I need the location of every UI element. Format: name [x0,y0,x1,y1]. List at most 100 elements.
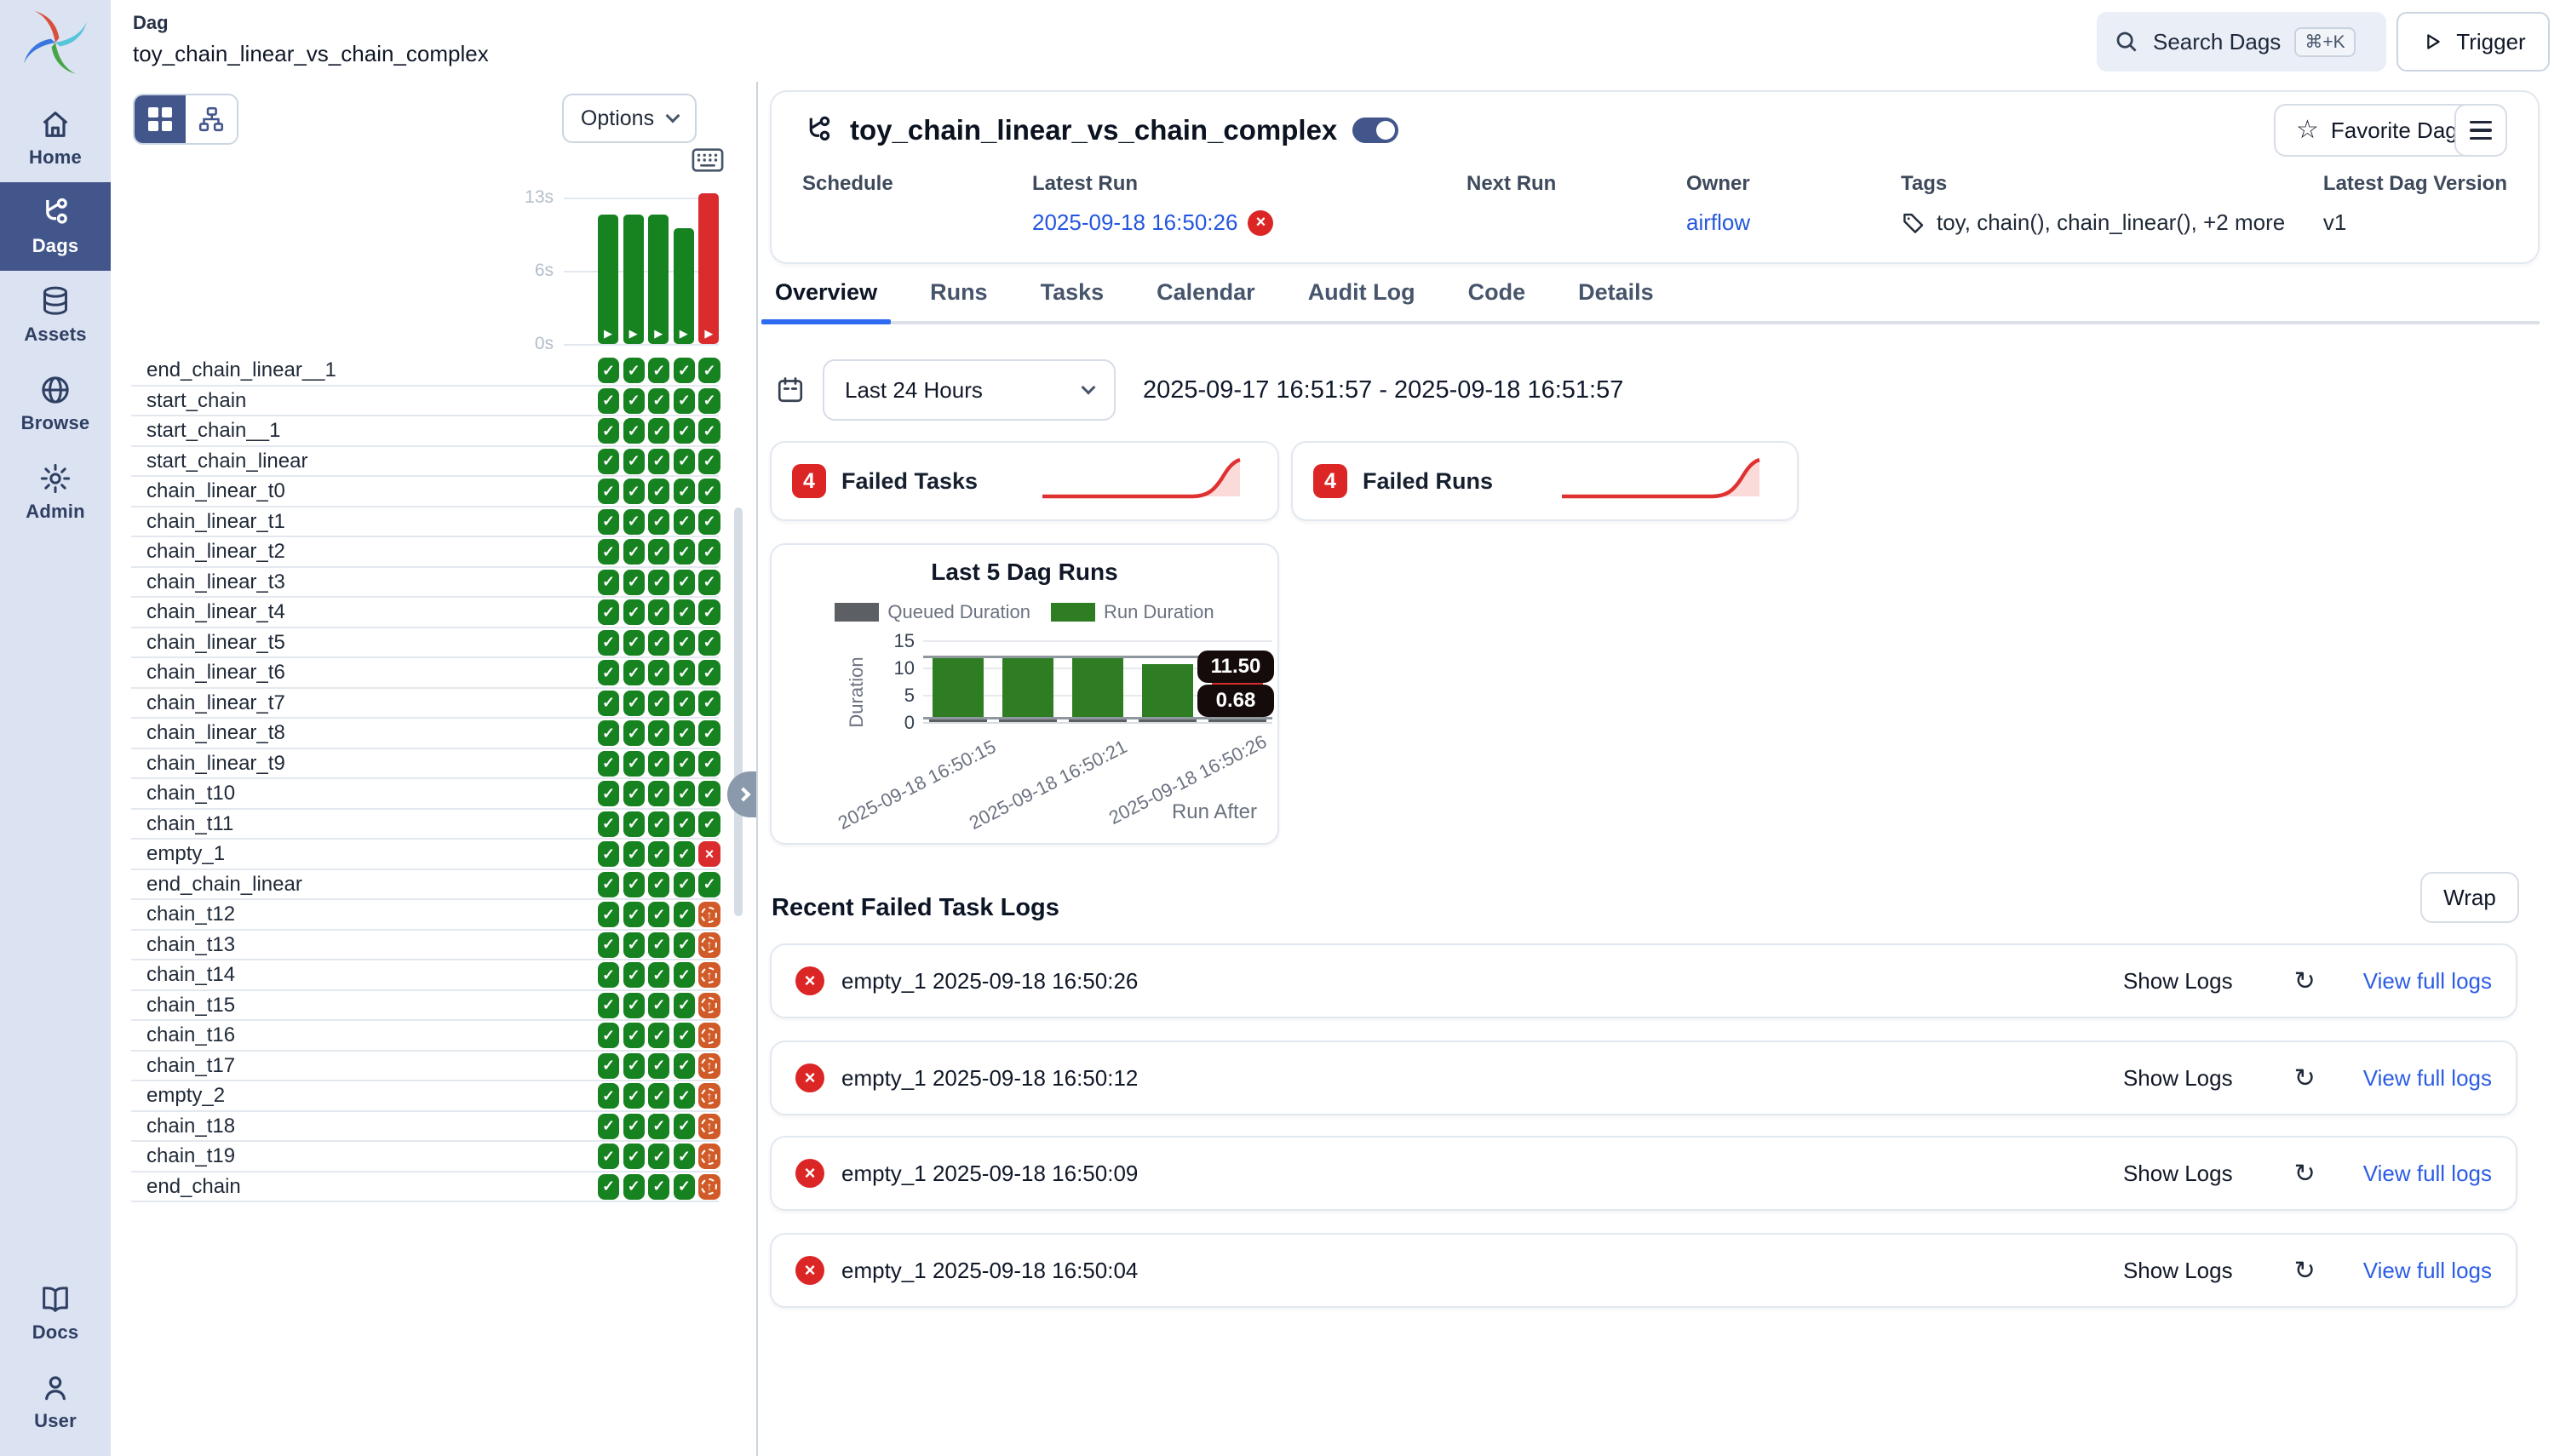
task-instance-success[interactable]: ✓ [623,449,645,474]
task-instance-success[interactable]: ✓ [674,932,695,958]
tags-value[interactable]: toy, chain(), chain_linear(), +2 more [1937,209,2285,236]
task-instance-success[interactable]: ✓ [674,902,695,927]
task-instance-success[interactable]: ✓ [698,449,720,474]
task-instance-success[interactable]: ✓ [623,509,645,535]
task-instance-upstream-failed[interactable]: ↑ [698,1053,720,1079]
task-instance-success[interactable]: ✓ [648,570,669,595]
refresh-icon[interactable]: ↻ [2294,966,2316,996]
task-instance-success[interactable]: ✓ [623,841,645,867]
trigger-button[interactable]: Trigger [2396,12,2550,72]
task-name[interactable]: chain_linear_t7 [146,691,285,715]
task-instance-success[interactable]: ✓ [623,358,645,383]
task-instance-success[interactable]: ✓ [623,1114,645,1139]
task-instance-success[interactable]: ✓ [698,751,720,777]
task-instance-success[interactable]: ✓ [623,1053,645,1079]
task-instance-success[interactable]: ✓ [598,418,619,444]
task-name[interactable]: chain_t18 [146,1115,235,1138]
task-instance-success[interactable]: ✓ [623,1023,645,1048]
refresh-icon[interactable]: ↻ [2294,1256,2316,1286]
task-instance-success[interactable]: ✓ [648,539,669,565]
task-instance-success[interactable]: ✓ [623,570,645,595]
task-instance-success[interactable]: ✓ [698,509,720,535]
favorite-dag-button[interactable]: ☆ Favorite Dag [2274,104,2480,157]
sidebar-item-user[interactable]: User [0,1357,111,1446]
tab-calendar[interactable]: Calendar [1151,279,1260,321]
graph-view-button[interactable] [186,95,237,143]
show-logs-button[interactable]: Show Logs [2123,1161,2233,1187]
task-instance-success[interactable]: ✓ [674,599,695,625]
task-instance-upstream-failed[interactable]: ↑ [698,1083,720,1109]
task-instance-success[interactable]: ✓ [648,872,669,897]
task-instance-success[interactable]: ✓ [698,570,720,595]
task-name[interactable]: chain_linear_t3 [146,570,285,594]
task-instance-upstream-failed[interactable]: ↑ [698,902,720,927]
task-instance-success[interactable]: ✓ [648,932,669,958]
task-instance-success[interactable]: ✓ [623,872,645,897]
chart-bar-success[interactable] [933,656,984,722]
task-instance-success[interactable]: ✓ [674,358,695,383]
task-instance-success[interactable]: ✓ [674,479,695,504]
task-instance-success[interactable]: ✓ [598,599,619,625]
owner-link[interactable]: airflow [1686,209,1750,236]
task-instance-success[interactable]: ✓ [648,691,669,716]
view-full-logs-link[interactable]: View full logs [2363,1065,2492,1092]
task-instance-success[interactable]: ✓ [648,811,669,837]
task-instance-success[interactable]: ✓ [674,751,695,777]
task-instance-success[interactable]: ✓ [598,1083,619,1109]
dag-run-bar[interactable]: ▶ [674,228,694,344]
chart-bar-success[interactable] [1142,664,1193,722]
task-instance-success[interactable]: ✓ [698,872,720,897]
task-instance-success[interactable]: ✓ [598,841,619,867]
task-instance-success[interactable]: ✓ [698,811,720,837]
task-name[interactable]: chain_linear_t1 [146,510,285,534]
task-instance-success[interactable]: ✓ [674,1114,695,1139]
task-name[interactable]: chain_linear_t4 [146,600,285,624]
task-instance-failed[interactable]: × [698,841,720,867]
task-instance-success[interactable]: ✓ [623,388,645,414]
task-instance-success[interactable]: ✓ [598,1114,619,1139]
tab-code[interactable]: Code [1463,279,1531,321]
task-instance-success[interactable]: ✓ [623,932,645,958]
sidebar-item-browse[interactable]: Browse [0,359,111,448]
task-instance-success[interactable]: ✓ [648,993,669,1018]
task-instance-success[interactable]: ✓ [623,691,645,716]
dag-run-bar[interactable]: ▶ [698,193,719,344]
tab-tasks[interactable]: Tasks [1036,279,1110,321]
task-instance-success[interactable]: ✓ [698,418,720,444]
failed-tasks-card[interactable]: 4 Failed Tasks [770,441,1279,521]
task-instance-success[interactable]: ✓ [674,962,695,988]
task-instance-success[interactable]: ✓ [623,1083,645,1109]
dag-pause-toggle[interactable] [1352,118,1398,143]
task-instance-success[interactable]: ✓ [674,993,695,1018]
task-instance-success[interactable]: ✓ [648,599,669,625]
task-name[interactable]: chain_linear_t9 [146,752,285,776]
dag-run-bar[interactable]: ▶ [648,215,669,344]
task-name[interactable]: chain_t15 [146,994,235,1017]
task-instance-success[interactable]: ✓ [623,993,645,1018]
task-name[interactable]: chain_t10 [146,782,235,805]
task-instance-success[interactable]: ✓ [648,781,669,806]
task-instance-success[interactable]: ✓ [648,1144,669,1169]
task-instance-success[interactable]: ✓ [598,993,619,1018]
task-instance-success[interactable]: ✓ [674,449,695,474]
airflow-logo[interactable] [18,5,93,80]
task-instance-success[interactable]: ✓ [674,1023,695,1048]
task-instance-success[interactable]: ✓ [674,1174,695,1200]
task-name[interactable]: chain_t12 [146,903,235,926]
task-instance-success[interactable]: ✓ [623,539,645,565]
task-instance-success[interactable]: ✓ [598,962,619,988]
chart-bar-success[interactable] [1072,657,1123,722]
task-instance-success[interactable]: ✓ [674,1053,695,1079]
task-instance-success[interactable]: ✓ [598,358,619,383]
task-instance-success[interactable]: ✓ [598,932,619,958]
task-instance-success[interactable]: ✓ [623,1174,645,1200]
task-instance-success[interactable]: ✓ [698,720,720,746]
task-instance-upstream-failed[interactable]: ↑ [698,962,720,988]
task-instance-success[interactable]: ✓ [598,691,619,716]
dag-run-bar[interactable]: ▶ [623,215,644,344]
chart-bar-success[interactable] [1002,656,1053,722]
task-instance-success[interactable]: ✓ [598,660,619,685]
task-instance-success[interactable]: ✓ [674,418,695,444]
task-name[interactable]: start_chain [146,389,246,413]
task-instance-success[interactable]: ✓ [674,388,695,414]
